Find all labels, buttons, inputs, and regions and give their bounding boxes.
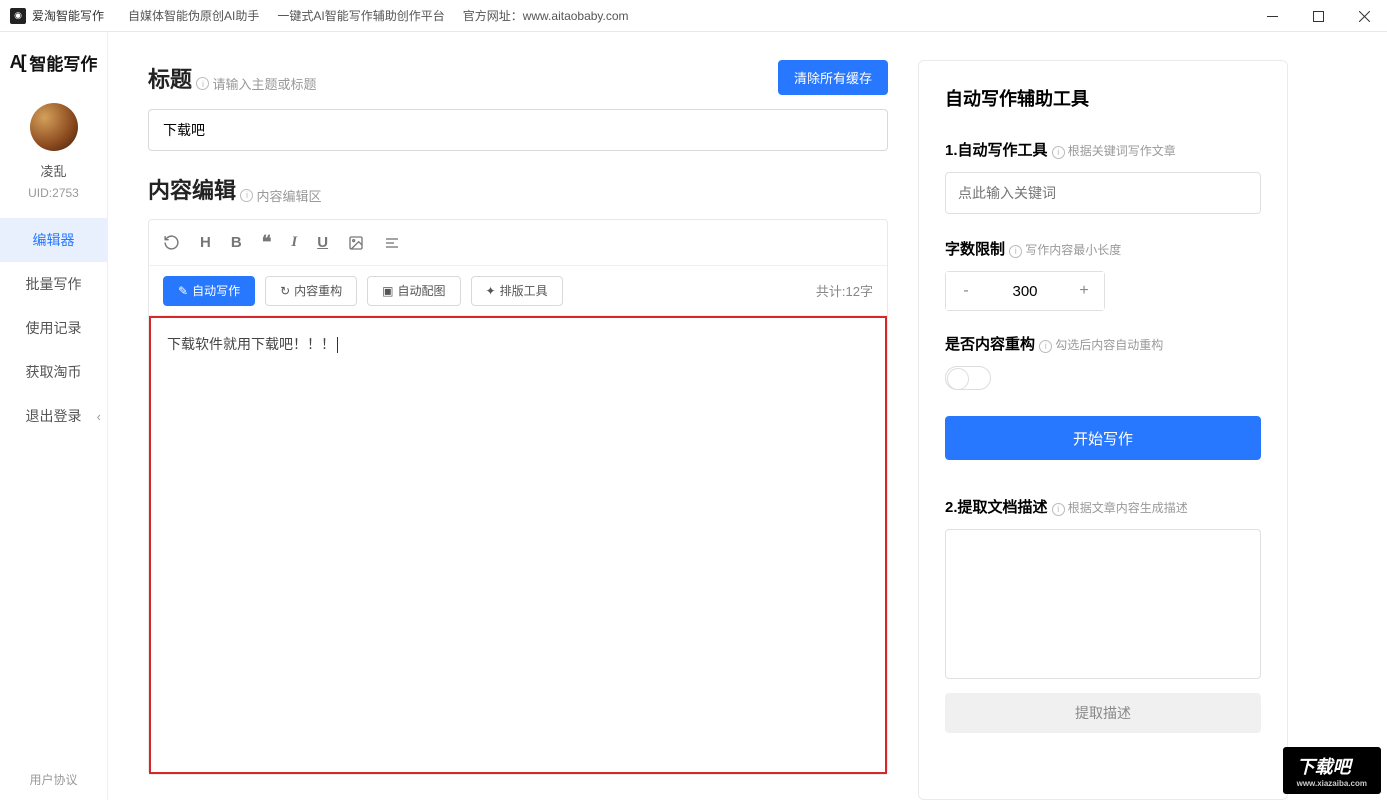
title-input[interactable]	[148, 109, 888, 151]
align-icon[interactable]	[384, 235, 400, 251]
content-label: 内容编辑	[148, 178, 236, 203]
word-limit-label: 字数限制	[945, 241, 1005, 258]
quote-icon[interactable]: ❝	[262, 232, 272, 253]
editor-body[interactable]: 下载软件就用下载吧！！！	[149, 316, 887, 774]
bold-icon[interactable]: B	[231, 234, 242, 251]
keyword-input[interactable]	[945, 172, 1261, 214]
pencil-icon: ✎	[178, 284, 188, 298]
undo-icon[interactable]	[163, 234, 180, 251]
watermark: 下载吧 www.xiazaiba.com	[1283, 747, 1381, 794]
site-url[interactable]: www.aitaobaby.com	[523, 9, 629, 23]
minimize-button[interactable]	[1249, 0, 1295, 32]
image-icon[interactable]	[348, 235, 364, 251]
tool-sec2-title: 2.提取文档描述	[945, 499, 1048, 516]
stepper-plus[interactable]: +	[1064, 272, 1104, 310]
extract-description-button[interactable]: 提取描述	[945, 693, 1261, 733]
site-label: 官方网址：	[463, 7, 523, 24]
restructure-button[interactable]: ↻内容重构	[265, 276, 357, 306]
info-icon: i	[1052, 503, 1065, 516]
slogan-1: 自媒体智能伪原创AI助手	[128, 7, 259, 24]
underline-icon[interactable]: U	[317, 234, 328, 251]
auto-write-button[interactable]: ✎自动写作	[163, 276, 255, 306]
word-count: 共计:12字	[816, 281, 873, 300]
description-textarea[interactable]	[945, 529, 1261, 679]
title-label: 标题	[148, 67, 192, 92]
close-button[interactable]	[1341, 0, 1387, 32]
refresh-icon: ↻	[280, 284, 290, 298]
tool-sec1-title: 1.自动写作工具	[945, 142, 1048, 159]
content-hint: 内容编辑区	[256, 186, 321, 205]
editor-toolbar: H B ❝ I U	[149, 220, 887, 266]
stepper-minus[interactable]: -	[946, 272, 986, 310]
restructure-label: 是否内容重构	[945, 336, 1035, 353]
username: 凌乱	[40, 161, 66, 180]
heading-icon[interactable]: H	[200, 234, 211, 251]
layout-tool-button[interactable]: ✦排版工具	[471, 276, 563, 306]
info-icon: i	[1009, 245, 1022, 258]
nav-editor[interactable]: 编辑器	[0, 218, 107, 262]
text-cursor	[337, 337, 338, 353]
user-agreement-link[interactable]: 用户协议	[29, 771, 77, 788]
maximize-button[interactable]	[1295, 0, 1341, 32]
tools-panel: 自动写作辅助工具 1.自动写作工具 i根据关键词写作文章 字数限制 i写作内容最…	[918, 60, 1288, 800]
app-icon: ◉	[10, 8, 26, 24]
nav-logout[interactable]: 退出登录‹	[0, 394, 107, 438]
chevron-left-icon: ‹	[97, 409, 101, 424]
sidebar: A[ 智能写作 凌乱 UID:2753 编辑器 批量写作 使用记录 获取淘币 退…	[0, 32, 108, 800]
stepper-value[interactable]: 300	[986, 283, 1064, 300]
clear-cache-button[interactable]: 清除所有缓存	[778, 60, 888, 95]
wand-icon: ✦	[486, 284, 496, 298]
avatar[interactable]	[30, 103, 78, 151]
start-writing-button[interactable]: 开始写作	[945, 416, 1261, 460]
slogan-2: 一键式AI智能写作辅助创作平台	[277, 7, 444, 24]
tools-panel-title: 自动写作辅助工具	[945, 85, 1261, 111]
word-limit-stepper: - 300 +	[945, 271, 1105, 311]
title-hint: 请输入主题或标题	[212, 74, 316, 93]
sidebar-logo: A[ 智能写作	[10, 50, 98, 75]
info-icon: i	[196, 77, 209, 90]
app-name: 爱淘智能写作	[32, 7, 104, 24]
image-small-icon: ▣	[382, 284, 393, 298]
nav-history[interactable]: 使用记录	[0, 306, 107, 350]
titlebar: ◉ 爱淘智能写作 自媒体智能伪原创AI助手 一键式AI智能写作辅助创作平台 官方…	[0, 0, 1387, 32]
info-icon: i	[1052, 146, 1065, 159]
editor-card: H B ❝ I U ✎自动写作 ↻内容重构 ▣自动配图 ✦排版工具 共计:12字…	[148, 219, 888, 775]
restructure-toggle[interactable]	[945, 366, 991, 390]
italic-icon[interactable]: I	[291, 234, 297, 251]
nav-coins[interactable]: 获取淘币	[0, 350, 107, 394]
nav-batch[interactable]: 批量写作	[0, 262, 107, 306]
info-icon: i	[240, 189, 253, 202]
auto-image-button[interactable]: ▣自动配图	[367, 276, 460, 306]
info-icon: i	[1039, 340, 1052, 353]
uid: UID:2753	[28, 186, 79, 200]
